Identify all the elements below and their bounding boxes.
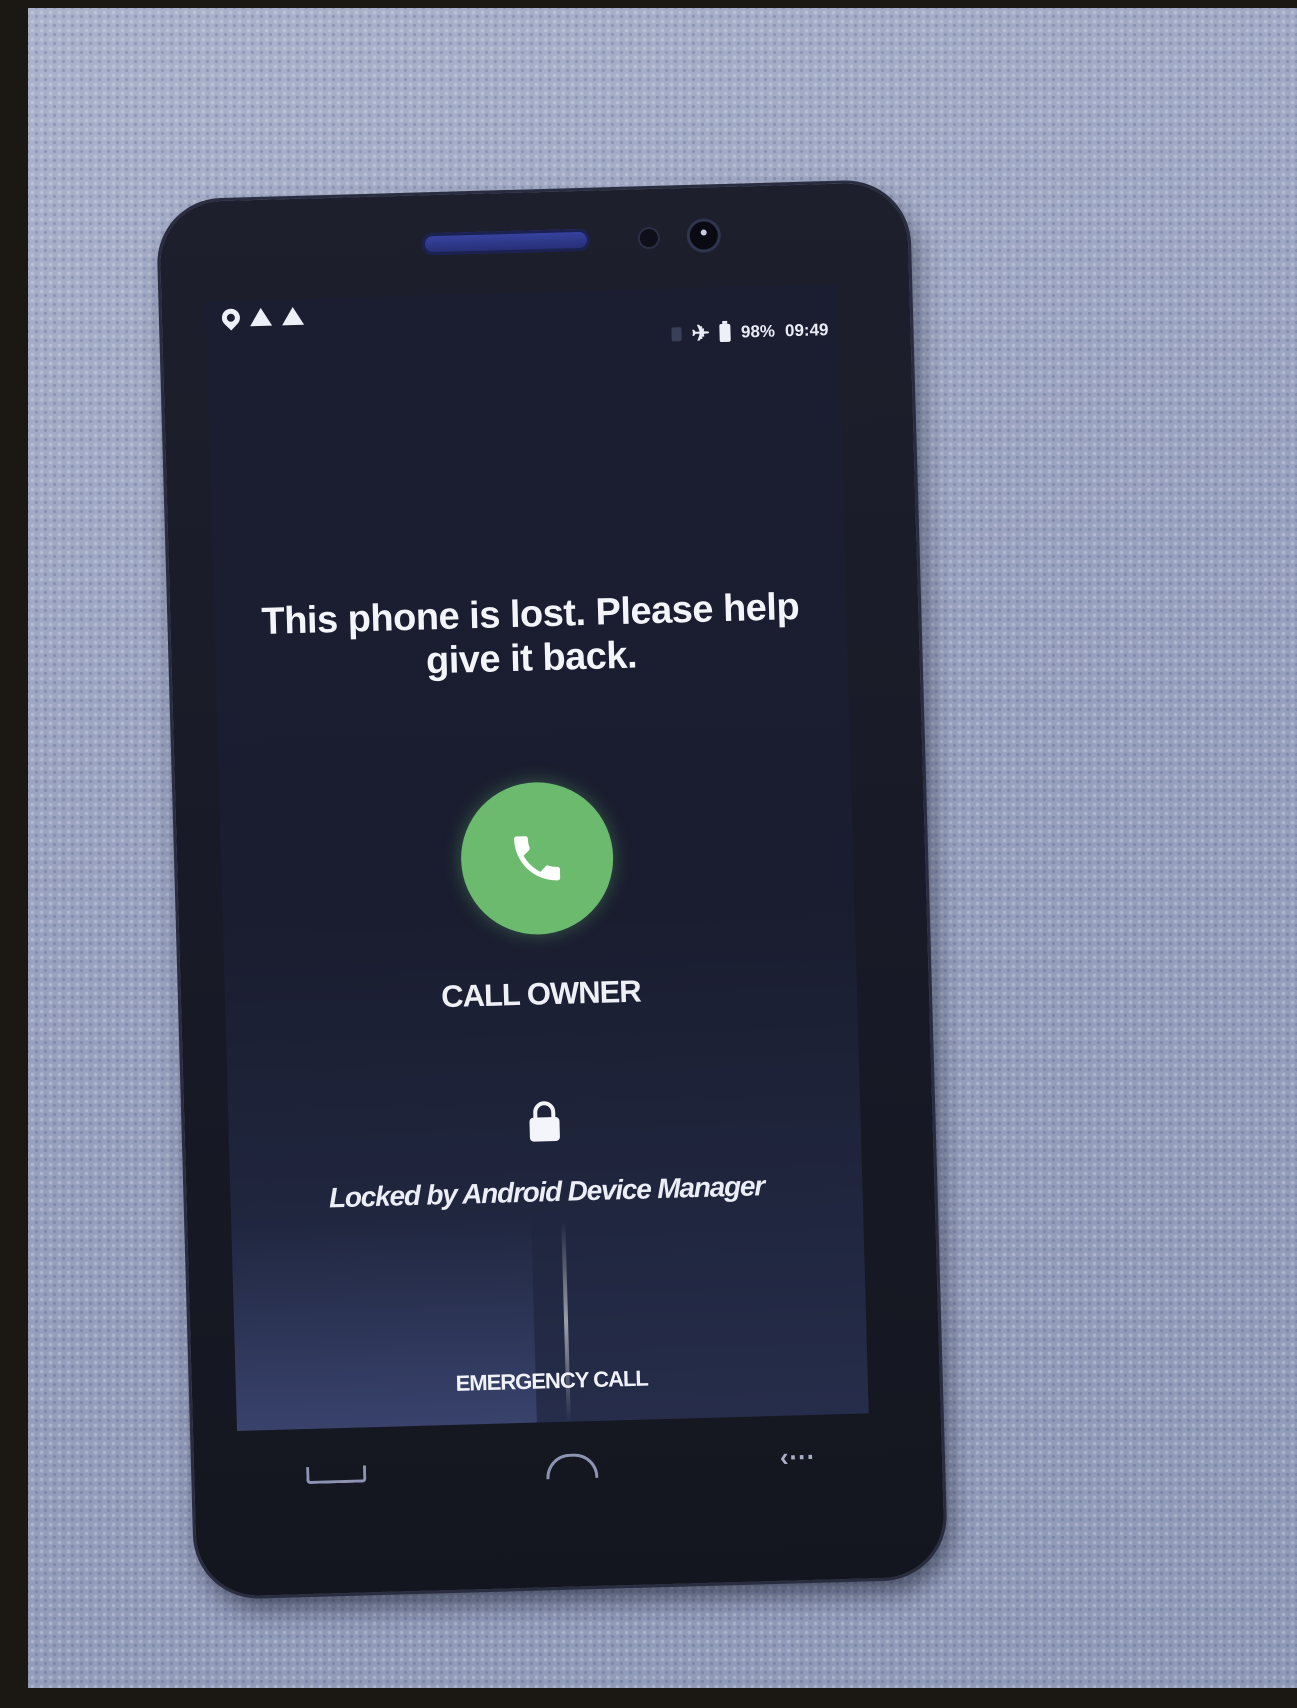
back-key-icon[interactable]: ‹⋯ [780,1441,816,1473]
phone-handset-icon [514,836,561,881]
status-bar: ✈ 98% 09:49 [205,284,839,366]
system-icons: ✈ 98% 09:49 [671,320,829,346]
home-key-icon[interactable] [545,1452,599,1480]
lost-phone-message: This phone is lost. Please help give it … [260,585,800,683]
airplane-mode-icon: ✈ [691,320,711,346]
earpiece-speaker [421,228,591,256]
front-camera [689,221,719,250]
call-owner-label[interactable]: CALL OWNER [225,968,858,1022]
phone-device: ✈ 98% 09:49 This phone is lost. Please h… [158,181,946,1598]
battery-icon [719,323,732,343]
signal-icon [671,327,682,342]
battery-percent: 98% [740,321,776,342]
location-pin-icon [218,305,244,331]
notification-icons [218,305,305,331]
warning-icon [249,307,273,327]
clock: 09:49 [784,320,829,341]
lock-screen: ✈ 98% 09:49 This phone is lost. Please h… [205,283,869,1432]
warning-icon [281,306,305,326]
padlock-icon [529,1101,560,1142]
call-owner-button[interactable] [459,780,616,937]
menu-key-icon[interactable] [306,1465,367,1485]
proximity-sensor [639,228,659,248]
locked-by-label: Locked by Android Device Manager [328,1170,765,1214]
capacitive-nav-keys: ‹⋯ [194,1441,943,1524]
